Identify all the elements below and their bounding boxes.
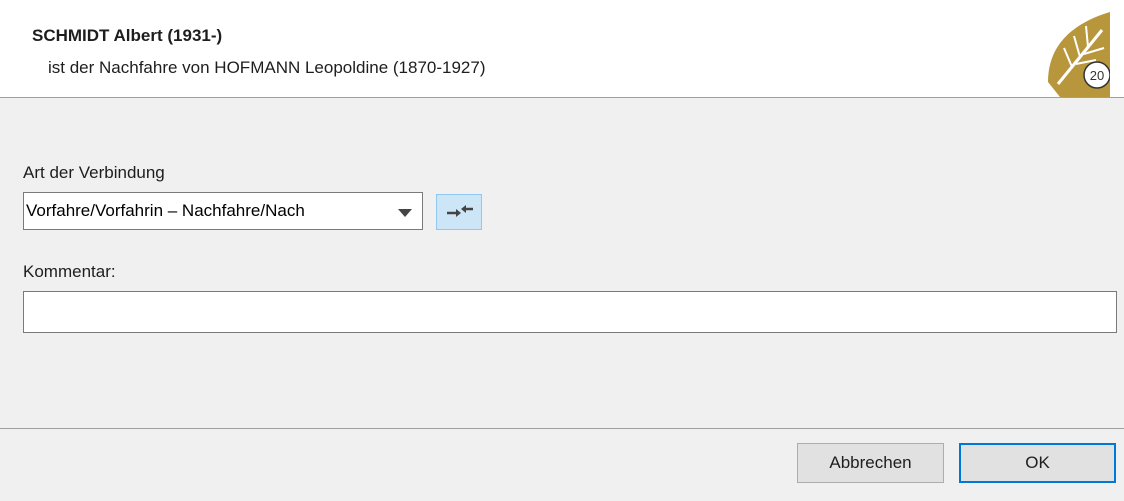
dialog-header: SCHMIDT Albert (1931-) ist der Nachfahre… <box>0 0 1124 98</box>
connection-type-select[interactable]: Vorfahre/Vorfahrin – Nachfahre/Nach <box>23 192 423 230</box>
comment-field[interactable] <box>23 291 1117 333</box>
footer-divider <box>0 428 1124 429</box>
connection-type-label: Art der Verbindung <box>23 163 165 182</box>
app-logo-icon: 20 <box>1048 12 1110 97</box>
chevron-down-icon <box>398 209 412 217</box>
logo-badge-text: 20 <box>1090 68 1104 83</box>
person-title: SCHMIDT Albert (1931-) <box>32 26 223 45</box>
swap-direction-button[interactable] <box>436 194 482 230</box>
relation-subtitle: ist der Nachfahre von HOFMANN Leopoldine… <box>48 58 486 77</box>
comment-label: Kommentar: <box>23 262 116 281</box>
connection-type-value: Vorfahre/Vorfahrin – Nachfahre/Nach <box>26 201 305 220</box>
ok-button[interactable]: OK <box>959 443 1116 483</box>
swap-arrows-icon <box>447 205 473 217</box>
cancel-button[interactable]: Abbrechen <box>797 443 944 483</box>
